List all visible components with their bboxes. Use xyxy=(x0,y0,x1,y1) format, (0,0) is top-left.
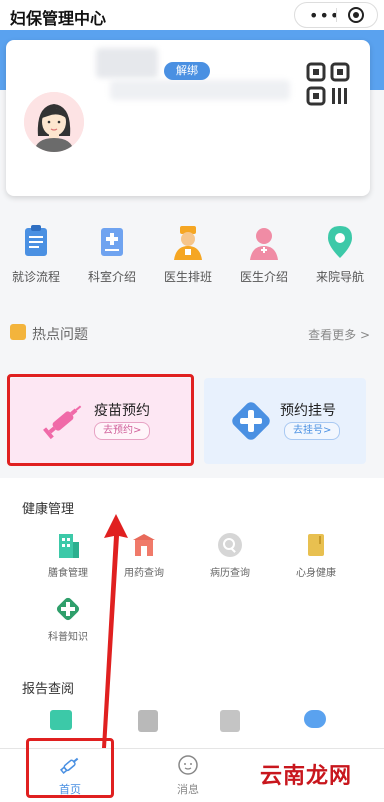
capsule-divider xyxy=(336,8,337,22)
highlight-box xyxy=(7,374,194,466)
page-title: 妇保管理中心 xyxy=(10,9,107,28)
clipboard-icon xyxy=(16,222,56,262)
view-more-link[interactable]: 查看更多 > xyxy=(308,326,370,343)
quick-link-department[interactable]: 科室介绍 xyxy=(76,222,148,285)
grid-item-mind[interactable]: 心身健康 xyxy=(284,530,348,579)
grid-item-knowledge[interactable]: 科普知识 xyxy=(36,594,100,643)
location-pin-icon xyxy=(320,222,360,262)
services-panel: 健康管理 膳食管理 用药查询 病历查询 心身健康 科普知识 报告查阅 xyxy=(0,478,384,748)
report-item-3-icon[interactable] xyxy=(220,710,240,732)
hot-topics-icon xyxy=(10,324,26,340)
unbind-button[interactable]: 解绑 xyxy=(164,62,210,80)
mini-program-capsule[interactable]: ••• xyxy=(294,2,378,28)
register-booking-card[interactable]: 预约挂号 去挂号> xyxy=(204,378,366,464)
watermark: 云南龙网 xyxy=(259,764,352,789)
report-section-title: 报告查阅 xyxy=(22,682,75,697)
health-section-title: 健康管理 xyxy=(22,502,75,517)
quick-link-schedule[interactable]: 医生排班 xyxy=(152,222,224,285)
quick-link-navigation[interactable]: 来院导航 xyxy=(304,222,376,285)
report-item-4-icon[interactable] xyxy=(304,710,326,728)
report-item-2-icon[interactable] xyxy=(138,710,158,732)
register-booking-title: 预约挂号 xyxy=(280,403,336,419)
profile-card: 解绑 xyxy=(6,40,370,196)
hot-topics-title: 热点问题 xyxy=(32,327,88,343)
tab-highlight-box xyxy=(26,738,114,798)
hot-topics-bar: 热点问题 查看更多 > xyxy=(0,316,384,350)
search-record-icon xyxy=(215,530,245,560)
medicine-icon xyxy=(129,530,159,560)
grid-item-diet[interactable]: 膳食管理 xyxy=(36,530,100,579)
doctor-schedule-icon xyxy=(168,222,208,262)
blurred-info xyxy=(110,80,290,100)
first-aid-icon xyxy=(53,594,83,624)
doctor-icon xyxy=(244,222,284,262)
avatar[interactable] xyxy=(24,92,84,152)
blurred-name xyxy=(96,48,158,78)
qr-code-icon[interactable] xyxy=(304,60,354,110)
register-booking-button[interactable]: 去挂号> xyxy=(284,422,341,440)
plus-icon xyxy=(228,398,274,448)
quick-link-doctor[interactable]: 医生介绍 xyxy=(228,222,300,285)
building-icon xyxy=(53,530,83,560)
report-item-1-icon[interactable] xyxy=(50,710,72,730)
message-icon xyxy=(156,753,220,781)
grid-item-records[interactable]: 病历查询 xyxy=(198,530,262,579)
close-target-icon[interactable] xyxy=(348,7,364,23)
annotation-arrow xyxy=(100,512,130,752)
department-icon xyxy=(92,222,132,262)
quick-link-process[interactable]: 就诊流程 xyxy=(0,222,72,285)
tab-messages[interactable]: 消息 xyxy=(156,753,220,797)
book-icon xyxy=(301,530,331,560)
quick-links: 就诊流程 科室介绍 医生排班 医生介绍 来院导航 xyxy=(0,222,384,302)
